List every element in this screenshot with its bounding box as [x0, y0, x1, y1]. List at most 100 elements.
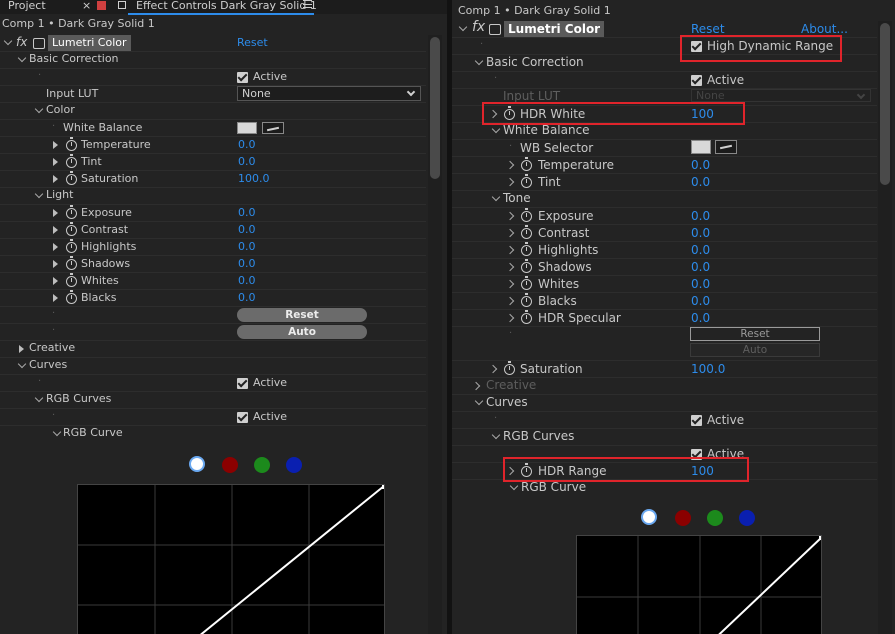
chevron-right-icon[interactable] [505, 245, 515, 255]
disclosure-triangle-icon[interactable] [53, 175, 58, 183]
chevron-down-icon[interactable] [34, 104, 44, 114]
section-color[interactable]: Color [0, 103, 426, 120]
tint-value[interactable]: 0.0 [238, 155, 256, 168]
chevron-down-icon[interactable] [491, 430, 501, 440]
exposure-value[interactable]: 0.0 [691, 209, 710, 223]
tab-close-icon[interactable]: × [82, 0, 91, 12]
stopwatch-icon[interactable] [66, 222, 77, 236]
contrast-value[interactable]: 0.0 [691, 226, 710, 240]
stopwatch-icon[interactable] [521, 174, 532, 188]
shadows-value[interactable]: 0.0 [691, 260, 710, 274]
saturation-value[interactable]: 100.0 [238, 172, 270, 185]
channel-luma-button[interactable] [641, 509, 657, 525]
chevron-down-icon[interactable] [474, 56, 484, 66]
input-lut-dropdown[interactable]: None [237, 86, 421, 101]
left-scroll-thumb[interactable] [430, 37, 440, 179]
stopwatch-icon[interactable] [66, 273, 77, 287]
reset-link[interactable]: Reset [691, 22, 725, 36]
stopwatch-icon[interactable] [66, 205, 77, 219]
whites-value[interactable]: 0.0 [691, 277, 710, 291]
channel-red-button[interactable] [675, 510, 691, 526]
right-scrollbar[interactable] [878, 21, 892, 634]
disclosure-triangle-icon[interactable] [53, 243, 58, 251]
channel-blue-button[interactable] [739, 510, 755, 526]
section-curves[interactable]: Curves [452, 395, 877, 412]
chevron-right-icon[interactable] [488, 364, 498, 374]
chevron-down-icon[interactable] [17, 359, 27, 369]
section-rgb-curves[interactable]: RGB Curves [0, 392, 426, 409]
stopwatch-icon[interactable] [66, 154, 77, 168]
stopwatch-icon[interactable] [521, 276, 532, 290]
reset-button[interactable]: Reset [690, 327, 820, 341]
effect-name[interactable]: Lumetri Color [504, 21, 605, 37]
fx-icon[interactable]: fx [472, 19, 485, 35]
disclosure-triangle-icon[interactable] [53, 294, 58, 302]
disclosure-triangle-icon[interactable] [53, 141, 58, 149]
chevron-down-icon[interactable] [458, 22, 468, 32]
tint-value[interactable]: 0.0 [691, 175, 710, 189]
saturation-value[interactable]: 100.0 [691, 362, 725, 376]
section-rgb-curves[interactable]: RGB Curves [452, 429, 877, 446]
stopwatch-icon[interactable] [521, 225, 532, 239]
chevron-down-icon[interactable] [491, 124, 501, 134]
chevron-down-icon[interactable] [474, 396, 484, 406]
chevron-right-icon[interactable] [505, 313, 515, 323]
temperature-value[interactable]: 0.0 [238, 138, 256, 151]
chevron-right-icon[interactable] [505, 296, 515, 306]
exposure-value[interactable]: 0.0 [238, 206, 256, 219]
checkbox-icon[interactable] [237, 412, 248, 423]
chevron-down-icon[interactable] [3, 36, 13, 46]
chevron-right-icon[interactable] [505, 228, 515, 238]
hdr-specular-value[interactable]: 0.0 [691, 311, 710, 325]
blacks-value[interactable]: 0.0 [691, 294, 710, 308]
chevron-right-icon[interactable] [505, 211, 515, 221]
about-link[interactable]: About... [801, 22, 848, 36]
section-tone[interactable]: Tone [452, 191, 877, 208]
disclosure-triangle-icon[interactable] [53, 226, 58, 234]
stopwatch-icon[interactable] [521, 157, 532, 171]
tab-project[interactable]: Project [8, 0, 46, 12]
highlights-value[interactable]: 0.0 [691, 243, 710, 257]
tab-effect-controls[interactable]: Effect Controls Dark Gray Solid 1 [136, 0, 317, 12]
chevron-down-icon[interactable] [491, 192, 501, 202]
shadows-value[interactable]: 0.0 [238, 257, 256, 270]
disclosure-triangle-icon[interactable] [53, 209, 58, 217]
lock-icon[interactable] [118, 1, 126, 9]
stopwatch-icon[interactable] [521, 293, 532, 307]
stopwatch-icon[interactable] [521, 242, 532, 256]
stopwatch-icon[interactable] [504, 361, 515, 375]
blacks-value[interactable]: 0.0 [238, 291, 256, 304]
disclosure-triangle-icon[interactable] [53, 260, 58, 268]
stopwatch-icon[interactable] [521, 208, 532, 222]
stopwatch-icon[interactable] [521, 259, 532, 273]
stopwatch-icon[interactable] [66, 290, 77, 304]
panel-menu-icon[interactable] [303, 0, 312, 8]
white-balance-swatch[interactable] [691, 140, 711, 154]
section-white-balance[interactable]: White Balance [452, 123, 877, 140]
rgb-curve-graph[interactable] [77, 484, 385, 634]
stopwatch-icon[interactable] [521, 310, 532, 324]
chevron-down-icon[interactable] [509, 481, 519, 491]
rgb-curve-row[interactable]: RGB Curve [0, 426, 426, 443]
channel-luma-button[interactable] [189, 456, 205, 472]
chevron-right-icon[interactable] [505, 177, 515, 187]
rgb-curve-row[interactable]: RGB Curve [452, 480, 877, 497]
effect-name[interactable]: Lumetri Color [48, 35, 131, 51]
chevron-down-icon[interactable] [52, 427, 62, 437]
stopwatch-icon[interactable] [66, 137, 77, 151]
right-scroll-thumb[interactable] [880, 23, 890, 185]
section-light[interactable]: Light [0, 188, 426, 205]
chevron-right-icon[interactable] [505, 160, 515, 170]
whites-value[interactable]: 0.0 [238, 274, 256, 287]
stopwatch-icon[interactable] [66, 171, 77, 185]
channel-green-button[interactable] [707, 510, 723, 526]
section-curves[interactable]: Curves [0, 358, 426, 375]
chevron-down-icon[interactable] [34, 189, 44, 199]
auto-button[interactable]: Auto [237, 325, 367, 339]
contrast-value[interactable]: 0.0 [238, 223, 256, 236]
section-creative[interactable]: Creative [452, 378, 877, 395]
chevron-down-icon[interactable] [34, 393, 44, 403]
left-scrollbar[interactable] [428, 35, 442, 634]
chevron-down-icon[interactable] [17, 53, 27, 63]
disclosure-triangle-icon[interactable] [19, 345, 24, 353]
